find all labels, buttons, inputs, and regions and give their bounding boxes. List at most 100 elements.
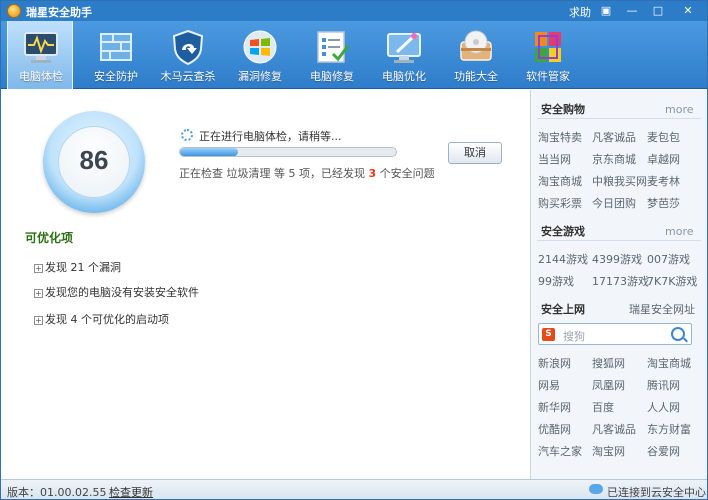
expand-icon[interactable]: +	[34, 288, 43, 298]
shopping-link[interactable]: 淘宝商城	[538, 173, 582, 189]
optimizable-item-label: 发现 21 个漏洞	[45, 261, 121, 274]
game-link[interactable]: 99游戏	[538, 273, 574, 289]
site-link[interactable]: 网易	[538, 377, 560, 393]
help-link[interactable]: 求助	[569, 4, 591, 20]
cancel-scan-button[interactable]: 取消	[448, 142, 502, 164]
shopping-link[interactable]: 淘宝特卖	[538, 129, 582, 145]
tab-label: 电脑优化	[382, 70, 426, 83]
optimizable-item-label: 发现 4 个可优化的启动项	[45, 313, 169, 326]
site-link[interactable]: 腾讯网	[647, 377, 680, 393]
optimizable-item-label: 发现您的电脑没有安装安全软件	[45, 286, 199, 299]
shopping-link[interactable]: 购买彩票	[538, 195, 582, 211]
window-title: 瑞星安全助手	[26, 6, 92, 19]
tab-label: 漏洞修复	[238, 70, 282, 83]
colorful-blocks-icon	[535, 32, 561, 62]
tab-label: 木马云查杀	[160, 70, 216, 83]
scan-progress-fill	[180, 148, 239, 156]
scan-status-text: 正在进行电脑体检，请稍等...	[199, 130, 342, 143]
minimize-button[interactable]: —	[620, 3, 644, 19]
tab-software-manager[interactable]: 软件管家	[515, 21, 581, 89]
safe-shopping-title: 安全购物	[541, 103, 585, 116]
search-input[interactable]: 搜狗	[563, 328, 585, 344]
shopping-link[interactable]: 凡客诚品	[592, 129, 636, 145]
magic-wand-monitor-icon	[387, 33, 421, 63]
tab-label: 软件管家	[526, 70, 570, 83]
tab-pc-checkup[interactable]: 电脑体检	[7, 21, 73, 89]
check-update-link[interactable]: 检查更新	[109, 484, 153, 499]
site-link[interactable]: 新浪网	[538, 355, 571, 371]
title-bar: 瑞星安全助手 求助 ▣ — □ ✕	[1, 1, 707, 21]
version-text: 版本：01.00.02.55	[7, 486, 107, 499]
health-score-ring: 86	[43, 111, 145, 213]
shopping-link[interactable]: 中粮我买网	[592, 173, 647, 189]
shopping-link[interactable]: 梦芭莎	[647, 195, 680, 211]
checklist-icon	[317, 31, 350, 63]
optimizable-item[interactable]: + 发现您的电脑没有安装安全软件	[34, 284, 199, 300]
scan-detail-suffix: 个安全问题	[379, 167, 435, 180]
site-link[interactable]: 东方财富	[647, 421, 691, 437]
site-link[interactable]: 凡客诚品	[592, 421, 636, 437]
tab-pc-optimize[interactable]: 电脑优化	[371, 21, 437, 89]
cloud-status-text: 已连接到云安全中心	[607, 486, 706, 499]
site-link[interactable]: 淘宝网	[592, 443, 625, 459]
health-score: 86	[79, 145, 109, 175]
tab-label: 电脑体检	[19, 70, 63, 83]
issue-count: 3	[368, 167, 377, 180]
tab-vulnerability-fix[interactable]: 漏洞修复	[227, 21, 293, 89]
site-link[interactable]: 淘宝商城	[647, 355, 691, 371]
game-link[interactable]: 7K7K游戏	[647, 273, 697, 289]
toolbox-disc-icon	[460, 30, 492, 61]
optimizable-title: 可优化项	[25, 231, 74, 245]
scan-progress-bar	[179, 147, 397, 157]
search-icon[interactable]	[671, 327, 685, 341]
tab-pc-repair[interactable]: 电脑修复	[299, 21, 365, 89]
shopping-link[interactable]: 京东商城	[592, 151, 636, 167]
skin-button[interactable]: ▣	[594, 3, 618, 19]
main-toolbar: 电脑体检 安全防护 木马云查杀 漏洞修复 电脑修复 电脑优化 功能大全 软件管家	[1, 21, 707, 89]
tab-label: 安全防护	[94, 70, 138, 83]
game-link[interactable]: 4399游戏	[592, 251, 642, 267]
maximize-button[interactable]: □	[646, 3, 670, 19]
loading-spinner-icon	[181, 129, 193, 141]
rising-safe-sites-link[interactable]: 瑞星安全网址	[629, 301, 695, 317]
shopping-link[interactable]: 麦考林	[647, 173, 680, 189]
tab-label: 功能大全	[454, 70, 498, 83]
site-link[interactable]: 搜狐网	[592, 355, 625, 371]
tab-trojan-cloud-scan[interactable]: 木马云查杀	[155, 21, 221, 89]
monitor-pulse-icon	[24, 32, 58, 63]
rising-logo-icon	[7, 4, 21, 18]
sogou-logo-icon: S	[542, 328, 555, 341]
site-link[interactable]: 新华网	[538, 399, 571, 415]
games-more-link[interactable]: more	[665, 225, 694, 238]
safe-browsing-title: 安全上网	[541, 303, 585, 316]
firewall-icon	[100, 33, 132, 61]
scan-detail-prefix: 正在检查 垃圾清理 等 5 项，已经发现	[179, 167, 365, 180]
tab-security-protection[interactable]: 安全防护	[83, 21, 149, 89]
shopping-link[interactable]: 卓越网	[647, 151, 680, 167]
app-window: 瑞星安全助手 求助 ▣ — □ ✕ 电脑体检 安全防护 木马云查杀 漏洞修复 电…	[0, 0, 708, 500]
divider	[537, 240, 701, 241]
cloud-icon	[589, 484, 603, 494]
expand-icon[interactable]: +	[34, 263, 43, 273]
expand-icon[interactable]: +	[34, 315, 43, 325]
optimizable-item[interactable]: + 发现 21 个漏洞	[34, 259, 121, 275]
shopping-more-link[interactable]: more	[665, 103, 694, 116]
close-button[interactable]: ✕	[676, 3, 700, 19]
game-link[interactable]: 17173游戏	[592, 273, 649, 289]
site-link[interactable]: 凤凰网	[592, 377, 625, 393]
site-link[interactable]: 汽车之家	[538, 443, 582, 459]
site-link[interactable]: 人人网	[647, 399, 680, 415]
tab-all-functions[interactable]: 功能大全	[443, 21, 509, 89]
windows-logo-icon	[243, 30, 277, 64]
game-link[interactable]: 2144游戏	[538, 251, 588, 267]
search-box[interactable]: S 搜狗	[538, 323, 692, 345]
site-link[interactable]: 优酷网	[538, 421, 571, 437]
game-link[interactable]: 007游戏	[647, 251, 690, 267]
shopping-link[interactable]: 今日团购	[592, 195, 636, 211]
checkup-panel: 86 正在进行电脑体检，请稍等... 正在检查 垃圾清理 等 5 项，已经发现 …	[1, 90, 530, 479]
shopping-link[interactable]: 麦包包	[647, 129, 680, 145]
shopping-link[interactable]: 当当网	[538, 151, 571, 167]
optimizable-item[interactable]: + 发现 4 个可优化的启动项	[34, 311, 169, 327]
site-link[interactable]: 百度	[592, 399, 614, 415]
site-link[interactable]: 谷爱网	[647, 443, 680, 459]
